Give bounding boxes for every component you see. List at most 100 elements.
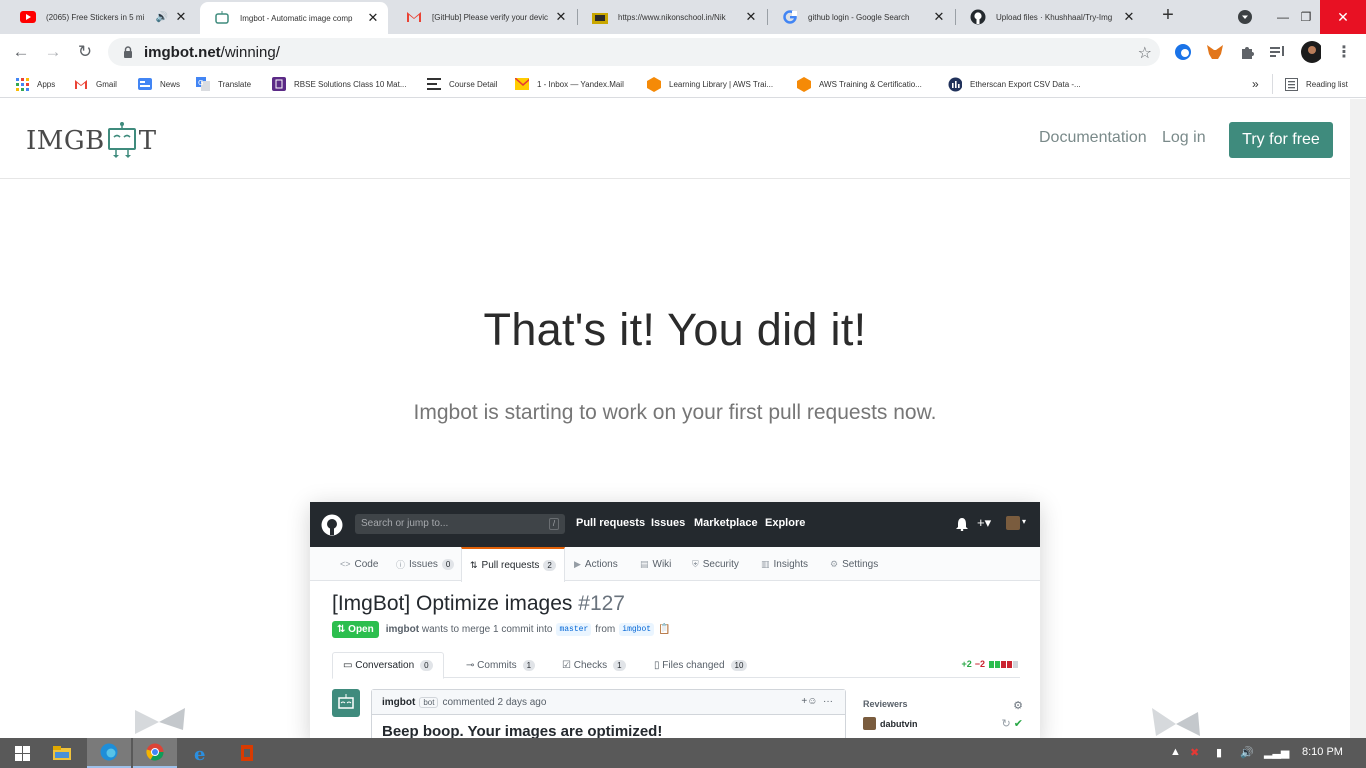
bookmark-aws-training[interactable]: AWS Training & Certificatio... (797, 75, 922, 93)
new-tab-button[interactable]: + (1158, 5, 1178, 26)
close-tab-icon[interactable]: ✕ (554, 9, 568, 25)
repo-tab-insights: ▥ Insights (761, 547, 808, 581)
book-icon: ▤ (640, 558, 649, 569)
repo-tab-issues: ⓘ Issues 0 (396, 547, 455, 581)
graph-icon: ▥ (761, 558, 770, 569)
pr-number: #127 (578, 592, 625, 615)
tray-expand-icon[interactable]: ▲ (1170, 746, 1181, 758)
url-host: imgbot.net (144, 43, 221, 61)
network-disabled-icon[interactable]: ✖ (1190, 746, 1199, 759)
decorative-bowtie-left (135, 708, 185, 734)
close-tab-icon[interactable]: ✕ (744, 9, 758, 25)
pr-tab-conversation: ▭ Conversation 0 (332, 652, 444, 679)
restore-icon[interactable]: ❐ (1294, 0, 1318, 34)
merge-text: wants to merge 1 commit into (421, 624, 553, 635)
apps-grid-icon (15, 77, 29, 91)
bookmark-label: Reading list (1306, 79, 1348, 89)
pr-title-text: [ImgBot] Optimize images (332, 592, 573, 615)
search-placeholder: Search or jump to... (361, 518, 449, 529)
documentation-link[interactable]: Documentation (1039, 129, 1147, 147)
forward-arrow-icon[interactable]: → (42, 41, 64, 63)
try-for-free-button[interactable]: Try for free (1229, 122, 1333, 158)
reviewers-label: Reviewers (863, 699, 908, 709)
reading-list-button[interactable]: Reading list (1284, 75, 1348, 93)
address-bar[interactable]: imgbot.net/winning/ ☆ (108, 38, 1160, 66)
tab-title: github login - Google Search (808, 12, 910, 22)
file-diff-icon: ▯ (654, 659, 663, 671)
bookmark-star-icon[interactable]: ☆ (1138, 43, 1152, 63)
tab-count: 1 (613, 659, 626, 671)
bookmark-label: AWS Training & Certificatio... (819, 79, 922, 89)
wifi-signal-icon[interactable]: ▂▃▅ (1264, 746, 1289, 759)
bookmark-aws-library[interactable]: Learning Library | AWS Trai... (647, 75, 773, 93)
tab-youtube[interactable]: (2065) Free Stickers in 5 mi 🔊 ✕ (6, 0, 196, 34)
media-queue-icon[interactable] (1268, 42, 1288, 62)
reload-icon[interactable]: ↻ (74, 41, 96, 63)
tab-title: Upload files · Khushhaal/Try-Img (996, 12, 1113, 22)
taskbar-clock[interactable]: 8:10 PM (1302, 746, 1343, 758)
menu-kebab-icon[interactable]: ⋮ (1334, 42, 1354, 62)
gmail-icon (74, 77, 88, 91)
tab-nikon[interactable]: https://www.nikonschool.in/Nik ✕ (578, 0, 766, 34)
minimize-icon[interactable]: — (1272, 0, 1294, 34)
battery-icon[interactable]: ▮ (1216, 746, 1222, 759)
profile-avatar[interactable] (1301, 41, 1321, 63)
login-link[interactable]: Log in (1162, 129, 1206, 147)
file-explorer-icon[interactable] (40, 738, 84, 768)
page-scrollbar[interactable] (1350, 99, 1366, 738)
tab-search-icon[interactable] (1232, 0, 1258, 34)
logo-text: T (138, 126, 157, 156)
bookmark-yandex[interactable]: 1 - Inbox — Yandex.Mail (515, 75, 624, 93)
close-tab-icon[interactable]: ✕ (174, 9, 188, 25)
close-tab-icon[interactable]: ✕ (932, 9, 946, 25)
bookmark-news[interactable]: News (138, 75, 180, 93)
bookmarks-bar: Apps Gmail News G Translate RBSE Solutio… (0, 70, 1366, 98)
bookmark-etherscan[interactable]: Etherscan Export CSV Data -... (948, 75, 1081, 93)
bookmark-course[interactable]: Course Detail (427, 75, 497, 93)
bookmarks-divider (1272, 74, 1273, 94)
close-window-icon[interactable]: ✕ (1320, 0, 1366, 34)
tab-separator (577, 9, 578, 25)
tab-count: 10 (730, 659, 748, 671)
close-tab-icon[interactable]: ✕ (1122, 9, 1136, 25)
bookmark-apps[interactable]: Apps (15, 75, 55, 93)
pull-request-icon: ⇅ (337, 624, 349, 635)
bookmark-gmail[interactable]: Gmail (74, 75, 117, 93)
lock-icon[interactable] (122, 45, 134, 59)
back-arrow-icon[interactable]: ← (10, 41, 32, 63)
logo-text: IMGB (26, 126, 105, 156)
tab-github[interactable]: Upload files · Khushhaal/Try-Img ✕ (956, 0, 1144, 34)
windows-start-icon[interactable] (0, 738, 44, 768)
github-logo-icon (321, 514, 343, 536)
diff-block (1001, 660, 1006, 668)
tab-label: Checks (573, 659, 608, 671)
repo-tab-wiki: ▤ Wiki (640, 547, 671, 581)
svg-text:G: G (198, 79, 203, 87)
extensions-puzzle-icon[interactable] (1237, 42, 1257, 62)
bookmark-label: Apps (37, 79, 56, 89)
github-nav-marketplace: Marketplace (694, 517, 758, 529)
tab-google[interactable]: github login - Google Search ✕ (768, 0, 954, 34)
volume-icon[interactable]: 🔊 (1240, 746, 1254, 759)
chrome-taskbar-icon[interactable] (133, 738, 177, 768)
edge-taskbar-icon[interactable] (87, 738, 131, 768)
bookmark-rbse[interactable]: RBSE Solutions Class 10 Mat... (272, 75, 407, 93)
refresh-icon: ↻ (1001, 718, 1011, 730)
internet-explorer-icon[interactable]: e (179, 738, 223, 768)
diff-additions: +2 (961, 659, 972, 669)
metamask-fox-icon[interactable] (1205, 42, 1225, 62)
plus-dropdown-icon: +▾ (977, 515, 992, 530)
more-options-icon: ··· (823, 696, 833, 707)
edge-extension-icon[interactable] (1173, 42, 1193, 62)
tab-title: https://www.nikonschool.in/Nik (618, 12, 726, 22)
bookmark-translate[interactable]: G Translate (196, 75, 251, 93)
close-tab-icon[interactable]: ✕ (366, 10, 380, 26)
bookmarks-overflow-icon[interactable]: » (1252, 75, 1259, 93)
tab-gmail[interactable]: [GitHub] Please verify your devic ✕ (392, 0, 576, 34)
tab-imgbot[interactable]: Imgbot - Automatic image comp ✕ (200, 2, 388, 34)
speaker-icon[interactable]: 🔊 (156, 12, 168, 23)
office-icon[interactable] (225, 738, 269, 768)
imgbot-logo[interactable]: IMGB T (26, 122, 157, 159)
comment-actions: +☺ ··· (801, 696, 833, 707)
etherscan-icon (948, 77, 962, 91)
